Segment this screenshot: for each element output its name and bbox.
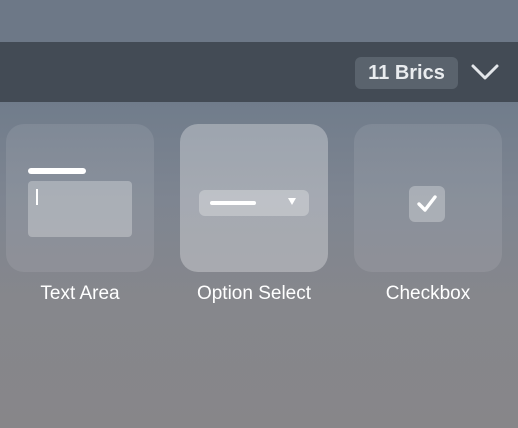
option-select-icon [199,190,309,216]
brick-label-checkbox: Checkbox [385,283,471,304]
checkmark-icon [417,195,437,212]
brick-label-text-area: Text Area [40,283,120,304]
brick-label-option-select: Option Select [196,283,312,304]
text-area-label-line [28,168,86,174]
brick-checkbox[interactable] [354,124,502,272]
top-strip [0,0,518,42]
checkbox-icon [409,186,445,222]
dropdown-arrow-icon [288,198,296,205]
brick-option-select[interactable] [180,124,328,272]
text-area-icon [28,181,132,237]
brick-count-badge: 11 Brics [355,57,458,89]
brics-header: 11 Brics [0,42,518,102]
chevron-down-icon[interactable] [470,60,500,86]
text-cursor-icon [36,189,38,205]
brick-text-area[interactable] [6,124,154,272]
option-select-value-line [210,201,256,205]
